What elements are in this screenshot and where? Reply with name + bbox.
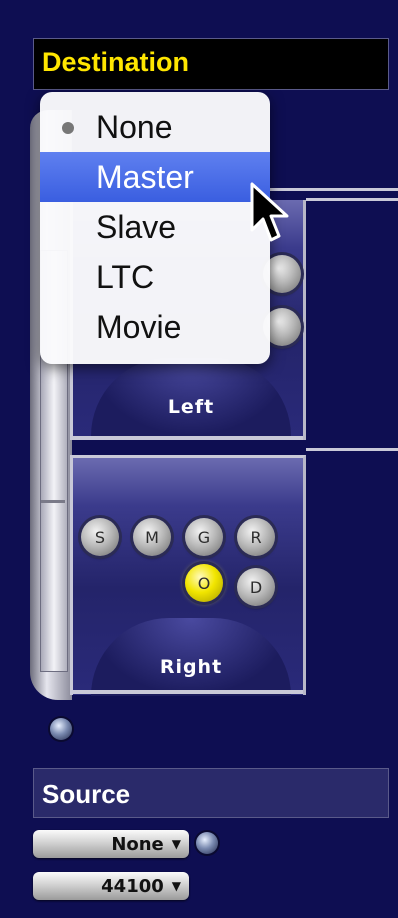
button-g-label: G: [197, 527, 211, 547]
popup-arrow-icon: ▼: [171, 837, 181, 851]
menu-item-label: Movie: [96, 308, 182, 345]
frame-line-left-top: [306, 198, 398, 201]
button-m-label: M: [145, 527, 159, 547]
destination-dropdown-menu: None Master Slave LTC Movie: [40, 92, 270, 364]
knob-icon[interactable]: [50, 718, 72, 740]
button-r-label: R: [250, 527, 262, 547]
menu-item-label: LTC: [96, 258, 155, 295]
left-channel-underbar: [73, 436, 303, 440]
menu-item-slave[interactable]: Slave: [40, 202, 270, 252]
button-d-label: D: [249, 577, 263, 597]
source-mode-select[interactable]: None ▼: [33, 830, 189, 858]
knob-icon[interactable]: [196, 832, 218, 854]
rail-divider: [41, 500, 65, 503]
right-channel-button-m[interactable]: M: [133, 518, 171, 556]
menu-item-master[interactable]: Master: [40, 152, 270, 202]
left-channel-label: Left: [167, 396, 215, 418]
right-channel-button-d[interactable]: D: [237, 568, 275, 606]
right-channel-base: Right: [91, 618, 291, 696]
right-channel-button-g[interactable]: G: [185, 518, 223, 556]
channel-strip-right: S M G R O D Right: [70, 455, 306, 696]
destination-header: Destination: [33, 38, 389, 90]
arrow-cursor-icon: [250, 182, 289, 242]
right-channel-button-o[interactable]: O: [185, 564, 223, 602]
menu-item-label: Master: [96, 158, 194, 195]
popup-arrow-icon: ▼: [171, 879, 181, 893]
right-channel-button-s[interactable]: S: [81, 518, 119, 556]
left-channel-base: Left: [91, 358, 291, 436]
frame-line-right-top: [306, 448, 398, 451]
right-channel-button-r[interactable]: R: [237, 518, 275, 556]
menu-item-label: Slave: [96, 208, 177, 245]
right-channel-underbar: [73, 690, 303, 694]
source-header: Source: [33, 768, 389, 818]
button-s-label: S: [94, 527, 106, 547]
button-o-label: O: [197, 573, 211, 593]
sample-rate-value: 44100: [101, 875, 164, 897]
checkmark-bullet-icon: [62, 122, 74, 134]
source-title: Source: [42, 779, 131, 809]
menu-item-label: None: [96, 108, 173, 145]
menu-item-movie[interactable]: Movie: [40, 302, 270, 352]
right-channel-label: Right: [159, 656, 223, 678]
source-mode-value: None: [111, 833, 164, 855]
menu-item-ltc[interactable]: LTC: [40, 252, 270, 302]
sample-rate-select[interactable]: 44100 ▼: [33, 872, 189, 900]
destination-title: Destination: [42, 47, 190, 77]
menu-item-none[interactable]: None: [40, 102, 270, 152]
